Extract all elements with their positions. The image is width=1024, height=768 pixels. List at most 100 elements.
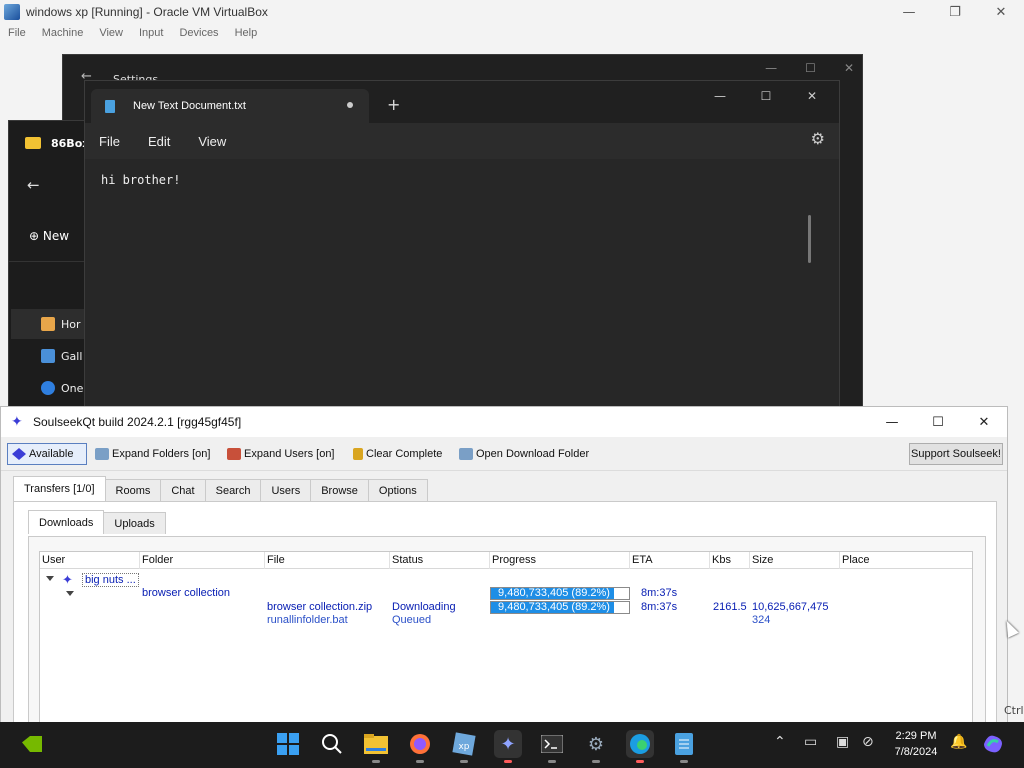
support-soulseek-button[interactable]: Support Soulseek! [909,443,1003,465]
bird-icon [12,448,26,460]
expand-users-label: Expand Users [on] [244,448,335,460]
soulseek-maximize-button[interactable]: ☐ [915,407,961,437]
virtualbox-icon [4,4,20,20]
clear-complete-label: Clear Complete [366,448,443,460]
open-download-folder-button[interactable]: Open Download Folder [459,443,589,465]
network-icon[interactable]: ▭ [804,734,817,750]
tab-options[interactable]: Options [367,479,428,501]
vbox-close-button[interactable]: ✕ [978,0,1024,24]
file-progress-label: 9,480,733,405 (89.2%) [498,601,610,613]
scrollbar-thumb[interactable] [808,215,811,263]
notepad-menu-edit[interactable]: Edit [148,134,170,149]
notepad-tab-title: New Text Document.txt [133,100,246,112]
downloads-table[interactable]: User Folder File Status Progress ETA Kbs… [39,551,973,722]
new-tab-button[interactable]: + [387,95,400,114]
file-name[interactable]: browser collection.zip [267,601,372,613]
gear-icon[interactable]: ⚙ [811,129,825,148]
unsaved-dot-icon[interactable] [347,102,353,108]
vbox-menu-input[interactable]: Input [131,27,171,39]
column-header-place[interactable]: Place [840,552,972,569]
running-indicator [548,760,556,763]
notepad-close-button[interactable]: ✕ [789,83,835,109]
explorer-new-button[interactable]: ⊕ New [29,229,69,243]
folder-progress-bar: 9,480,733,405 (89.2%) [490,587,630,600]
column-header-folder[interactable]: Folder [140,552,265,569]
column-header-status[interactable]: Status [390,552,490,569]
vbox-menu-machine[interactable]: Machine [34,27,92,39]
vbox-window-title: windows xp [Running] - Oracle VM Virtual… [26,5,268,19]
virtualbox-taskbar-icon[interactable]: xp [450,730,478,763]
column-header-eta[interactable]: ETA [630,552,710,569]
tab-search[interactable]: Search [204,479,262,501]
main-tabs: Transfers [1/0] Rooms Chat Search Users … [13,476,428,501]
expand-arrow-icon[interactable] [46,576,54,581]
tab-uploads[interactable]: Uploads [103,512,166,534]
expand-arrow-icon[interactable] [66,591,74,596]
terminal-icon[interactable] [538,730,566,763]
vbox-menu-help[interactable]: Help [227,27,266,39]
file-explorer-icon[interactable] [362,730,390,763]
soulseek-taskbar-icon[interactable]: ✦ [494,730,522,763]
chevron-up-icon[interactable]: ⌃ [774,734,786,750]
file-status: Downloading [392,601,456,613]
table-row-user[interactable]: big nuts ... [82,573,139,587]
running-indicator [680,760,688,763]
start-button[interactable] [274,730,302,758]
notepad-minimize-button[interactable]: — [697,83,743,109]
clock[interactable]: 2:29 PM 7/8/2024 [888,728,944,760]
column-header-progress[interactable]: Progress [490,552,630,569]
table-row-folder[interactable]: browser collection [142,587,230,599]
soulseek-window[interactable]: ✦ SoulseekQt build 2024.2.1 [rgg45gf45f]… [0,406,1008,722]
column-header-kbs[interactable]: Kbs [710,552,750,569]
expand-users-button[interactable]: Expand Users [on] [227,443,335,465]
vbox-maximize-button[interactable]: ❐ [932,0,978,24]
nvidia-icon[interactable] [22,736,42,752]
display-icon[interactable]: ▣ [836,734,849,750]
vbox-menu-devices[interactable]: Devices [171,27,226,39]
available-button[interactable]: Available [7,443,87,465]
onedrive-icon [41,381,55,395]
tab-users[interactable]: Users [260,479,312,501]
vbox-minimize-button[interactable]: — [886,0,932,24]
tab-downloads[interactable]: Downloads [28,510,105,534]
settings-close-button[interactable]: ✕ [844,61,854,75]
notepad-tab[interactable]: New Text Document.txt [91,89,369,123]
tab-rooms[interactable]: Rooms [104,479,162,501]
notepad-taskbar-icon[interactable] [670,730,698,763]
settings-maximize-button[interactable]: ☐ [805,61,816,75]
notepad-menu-file[interactable]: File [99,134,120,149]
tab-transfers[interactable]: Transfers [1/0] [13,476,106,501]
settings-gear-icon[interactable]: ⚙ [582,730,610,763]
back-arrow-icon[interactable]: ← [27,176,40,194]
vbox-menu-view[interactable]: View [91,27,131,39]
column-header-file[interactable]: File [265,552,390,569]
settings-minimize-button[interactable]: — [765,61,777,75]
tab-chat[interactable]: Chat [160,479,206,501]
edge-icon[interactable] [626,730,654,763]
tab-browse[interactable]: Browse [310,479,369,501]
clear-complete-button[interactable]: Clear Complete [353,443,442,465]
notepad-window[interactable]: New Text Document.txt + — ☐ ✕ File Edit … [84,80,840,410]
column-header-size[interactable]: Size [750,552,840,569]
taskbar: xp ✦ ⚙ ⌃ ▭ ▣ ⊘ 2:29 PM 7/8/2024 🔔 [0,722,1024,768]
folder-icon [459,448,473,460]
users-icon [227,448,241,460]
user-bird-icon: ✦ [62,572,73,587]
soulseek-close-button[interactable]: ✕ [961,407,1007,437]
table-header: User Folder File Status Progress ETA Kbs… [40,552,972,569]
search-icon[interactable] [318,730,346,758]
bell-icon[interactable]: 🔔 [950,734,967,750]
notepad-text[interactable]: hi brother! [101,173,180,187]
soulseek-toolbar: Available Expand Folders [on] Expand Use… [1,437,1007,471]
expand-folders-button[interactable]: Expand Folders [on] [95,443,210,465]
copilot-icon[interactable] [982,734,1004,758]
notepad-editor[interactable]: hi brother! [85,159,839,409]
notepad-maximize-button[interactable]: ☐ [743,83,789,109]
vbox-menu-file[interactable]: File [0,27,34,39]
column-header-user[interactable]: User [40,552,140,569]
notepad-menu-view[interactable]: View [198,134,226,149]
file-name[interactable]: runallinfolder.bat [267,614,348,626]
volume-muted-icon[interactable]: ⊘ [862,734,874,750]
firefox-icon[interactable] [406,730,434,763]
soulseek-minimize-button[interactable]: — [869,407,915,437]
